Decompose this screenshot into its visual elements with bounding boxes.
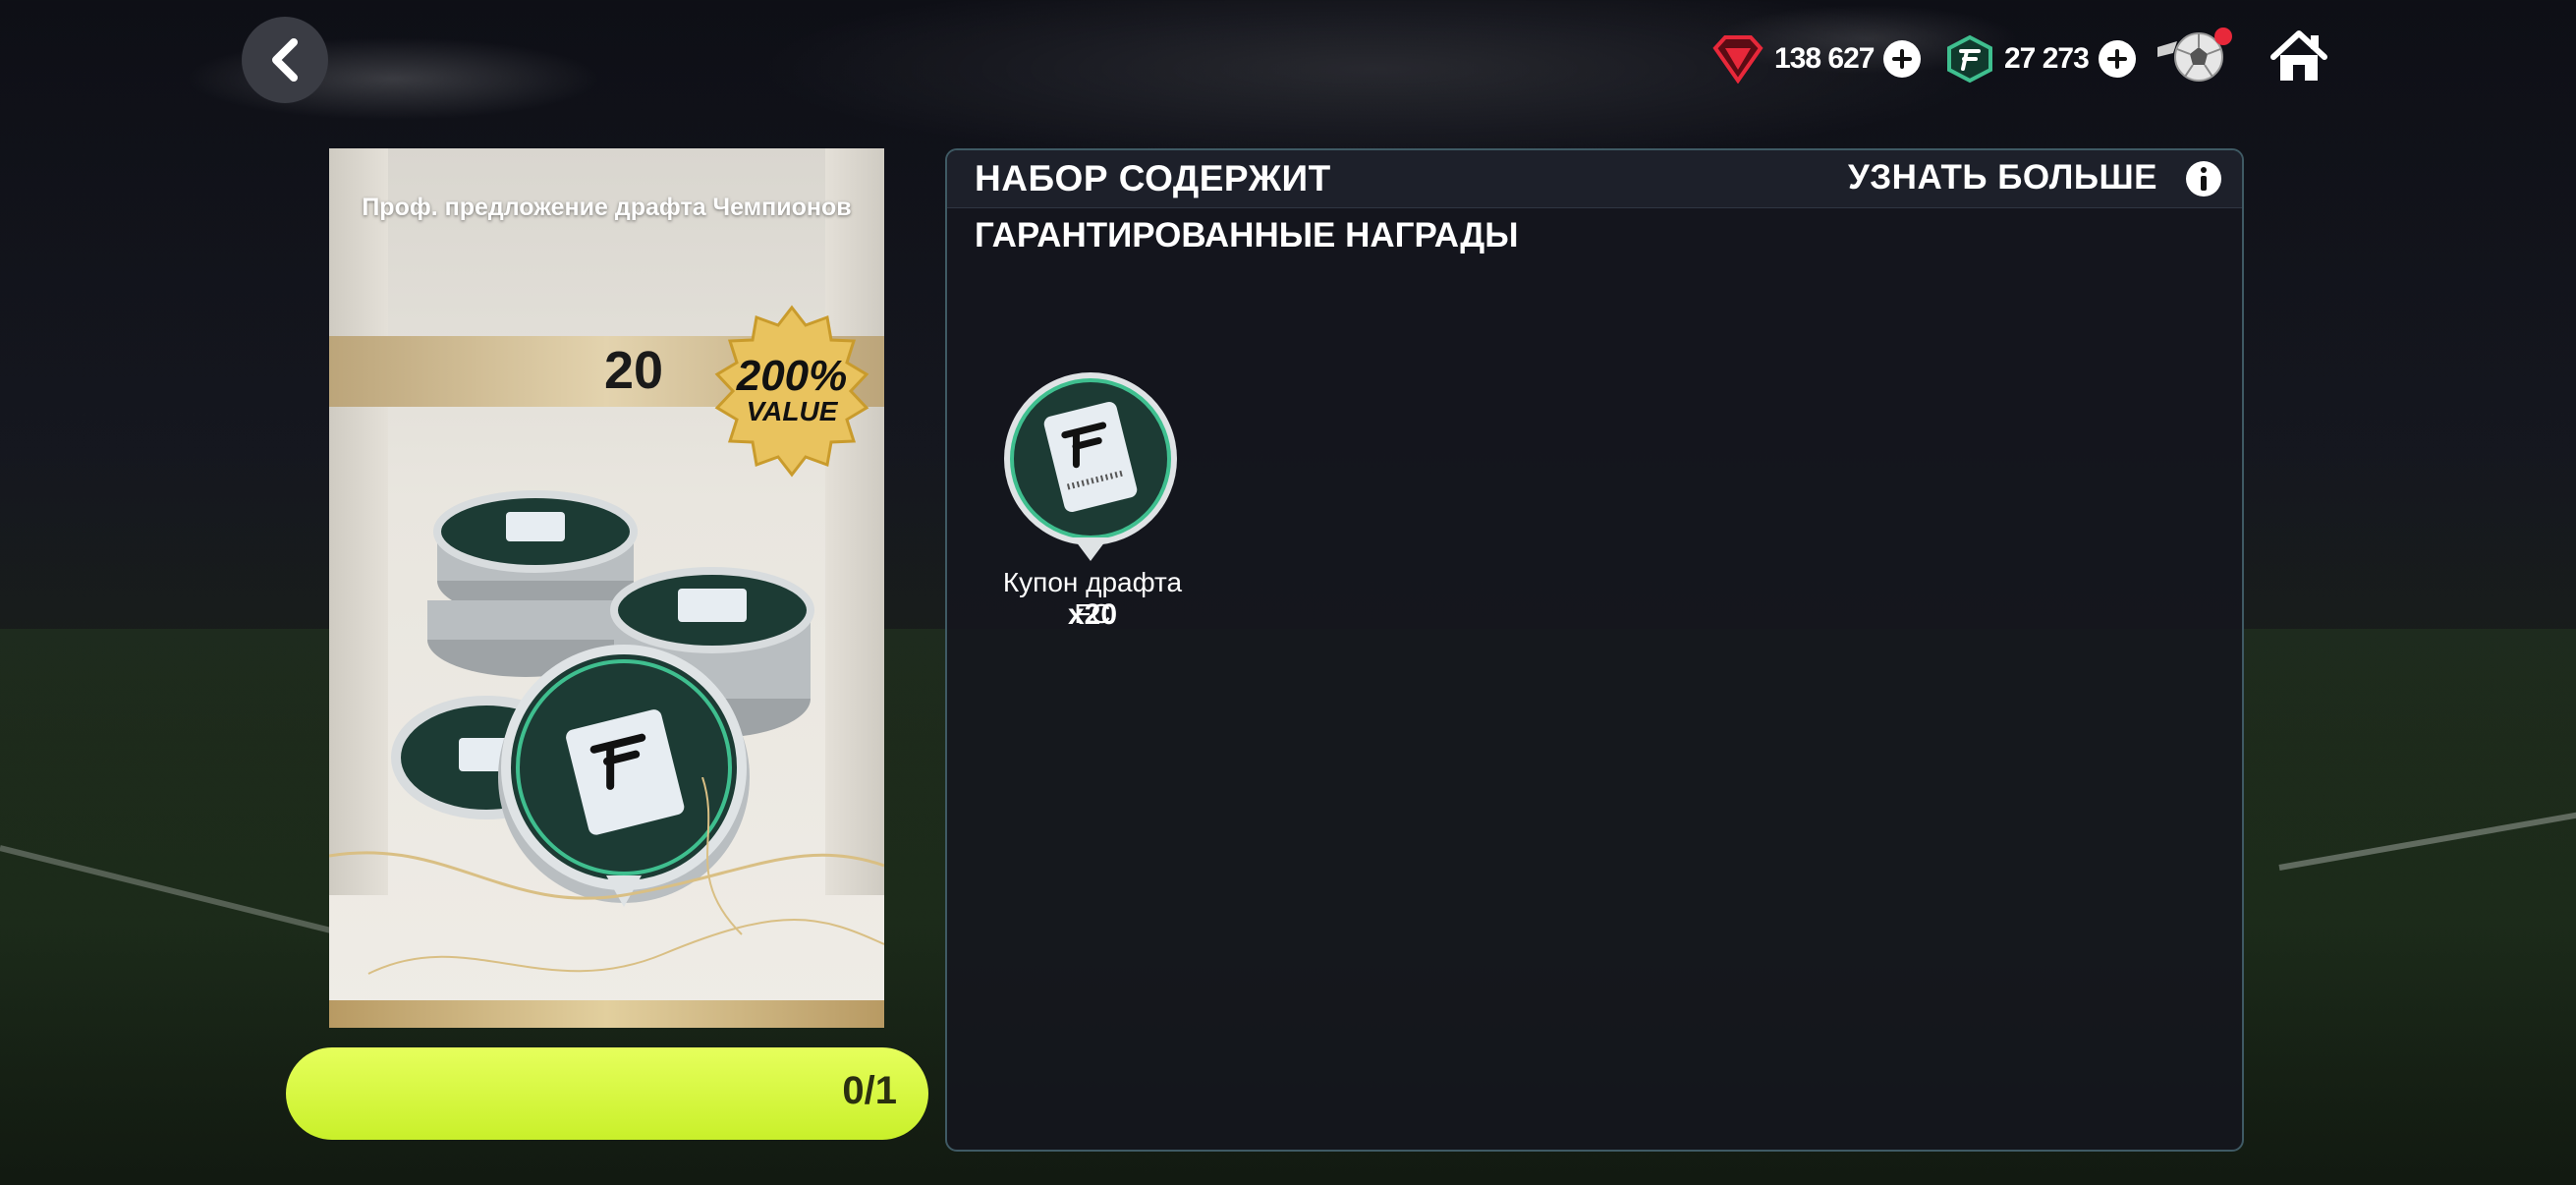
panel-title: НАБОР СОДЕРЖИТ xyxy=(975,158,1331,198)
currency-gems: 138 627 xyxy=(1711,29,1922,88)
purchase-progress-bar[interactable]: 0/1 xyxy=(286,1047,928,1140)
chevron-left-icon xyxy=(272,38,298,82)
plus-icon xyxy=(1892,49,1913,69)
offer-quantity: 20 xyxy=(603,341,664,400)
fc-points-icon xyxy=(1947,34,1992,84)
badge-word: VALUE xyxy=(746,396,838,426)
reward-item[interactable]: Купон драфта FC x20 xyxy=(984,370,1191,631)
info-icon[interactable] xyxy=(2185,160,2222,198)
gems-amount: 138 627 xyxy=(1774,42,1875,75)
currency-fc-points: 27 273 xyxy=(1945,29,2136,88)
learn-more-link[interactable]: УЗНАТЬ БОЛЬШЕ xyxy=(1848,158,2157,198)
offer-title: Проф. предложение драфта Чемпионов xyxy=(362,194,852,221)
draft-ticket-icon xyxy=(1004,372,1177,561)
reward-quantity: x20 xyxy=(1067,598,1118,631)
fc-points-amount: 27 273 xyxy=(2004,42,2090,75)
value-badge: 200% VALUE xyxy=(703,355,880,425)
progress-text: 0/1 xyxy=(842,1069,897,1112)
offer-card[interactable]: Проф. предложение драфта Чемпионов 20 20… xyxy=(329,148,884,1028)
add-gems-button[interactable] xyxy=(1883,40,1922,78)
plus-icon xyxy=(2106,49,2127,69)
pack-contents-panel: НАБОР СОДЕРЖИТ УЗНАТЬ БОЛЬШЕ ГАРАНТИРОВА… xyxy=(945,148,2244,1152)
back-button[interactable] xyxy=(242,17,328,103)
panel-header: НАБОР СОДЕРЖИТ УЗНАТЬ БОЛЬШЕ xyxy=(947,150,2242,208)
add-fc-points-button[interactable] xyxy=(2098,40,2136,78)
red-gem-icon xyxy=(1712,35,1764,84)
card-gold-trim xyxy=(329,1000,884,1028)
guaranteed-rewards-label: ГАРАНТИРОВАННЫЕ НАГРАДЫ xyxy=(975,216,1519,254)
home-icon[interactable] xyxy=(2269,29,2328,85)
marble-floor xyxy=(329,777,884,975)
badge-percent: 200% xyxy=(736,352,848,400)
notification-dot xyxy=(2214,28,2232,45)
